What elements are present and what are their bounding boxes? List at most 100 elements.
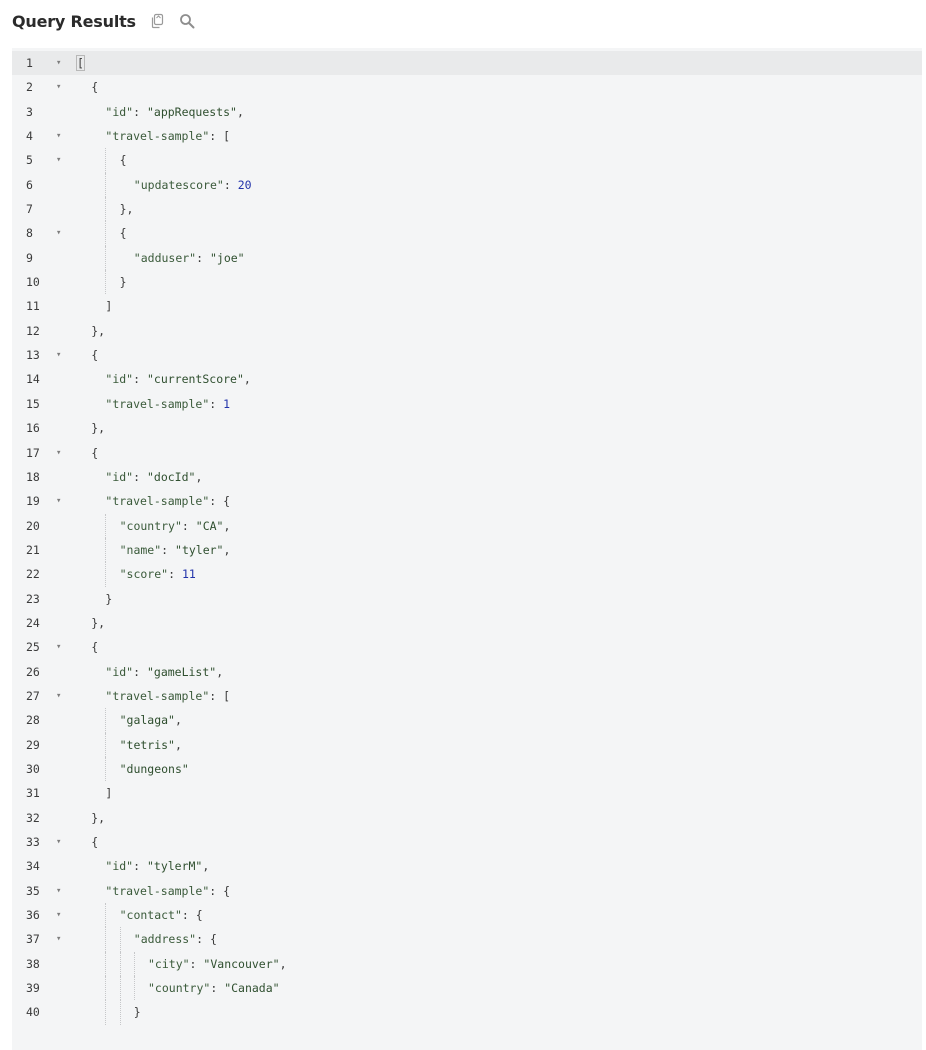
code-text: } (119, 275, 127, 290)
indent-guide (133, 976, 135, 1001)
line-gutter: 21 (12, 538, 70, 562)
code-line: 11] (12, 294, 922, 318)
code-text: }, (91, 810, 106, 825)
code-line: 30 "dungeons" (12, 756, 922, 782)
line-gutter: 7 (12, 197, 70, 221)
code-text: "id": "currentScore", (105, 372, 251, 387)
fold-toggle-icon[interactable]: ▾ (56, 51, 68, 75)
fold-toggle-icon[interactable]: ▾ (56, 124, 68, 148)
code-line: 22 "score": 11 (12, 562, 922, 587)
fold-toggle-icon[interactable]: ▾ (56, 684, 68, 708)
indent-guide (105, 708, 107, 733)
query-results-editor[interactable]: 1 ▾[2 ▾{3 "id": "appRequests", 4 ▾ "travel-sam… (12, 48, 922, 1050)
code-text: }, (91, 323, 106, 338)
code-line: 33 ▾ { (12, 830, 922, 854)
code-line: 28 "galaga", (12, 708, 922, 733)
line-number: 6 (26, 177, 33, 192)
fold-toggle-icon[interactable]: ▾ (56, 927, 68, 951)
line-number: 15 (26, 396, 40, 411)
code-line: 39 "country": "Canada" (12, 976, 922, 1001)
code-text: "dungeons" (119, 761, 189, 776)
line-gutter: 24 (12, 611, 70, 635)
line-number: 36 (26, 908, 40, 923)
code-line: 21 "name": "tyler", (12, 537, 922, 563)
code-line: 23} (12, 587, 922, 611)
fold-toggle-icon[interactable]: ▾ (56, 635, 68, 659)
search-icon[interactable] (178, 12, 196, 30)
code-line: 5 ▾{ (12, 148, 922, 173)
indent-guide (105, 197, 107, 222)
code-line: 24}, (12, 611, 922, 635)
page-title: Query Results (12, 11, 136, 31)
line-number: 30 (26, 761, 40, 776)
line-gutter: 16 (12, 416, 70, 440)
line-number: 37 (26, 932, 40, 947)
code-text: "galaga", (119, 713, 182, 728)
code-line: 13 ▾ { (12, 343, 922, 367)
code-line: 36 ▾ "contact": { (12, 903, 922, 928)
line-gutter: 6 (12, 173, 70, 197)
code-text: "score": 11 (119, 567, 196, 582)
line-gutter: 4 ▾ (12, 124, 70, 148)
code-text: [ (76, 55, 85, 71)
line-gutter: 36 ▾ (12, 903, 70, 927)
line-gutter: 34 (12, 854, 70, 878)
code-text: } (105, 591, 113, 606)
code-text: { (91, 348, 99, 363)
line-number: 35 (26, 883, 40, 898)
line-number: 28 (26, 713, 40, 728)
line-number: 7 (26, 202, 33, 217)
line-number: 3 (26, 104, 33, 119)
line-gutter: 13 ▾ (12, 343, 70, 367)
code-line: 7}, (12, 197, 922, 222)
line-number: 4 (26, 129, 33, 144)
code-line: 16}, (12, 416, 922, 440)
line-gutter: 15 (12, 392, 70, 416)
line-number: 31 (26, 786, 40, 801)
line-number: 32 (26, 810, 40, 825)
code-text: "id": "docId", (105, 469, 203, 484)
line-gutter: 19 ▾ (12, 489, 70, 513)
fold-toggle-icon[interactable]: ▾ (56, 441, 68, 465)
code-text: { (91, 445, 99, 460)
code-line: 37 ▾ "address": { (12, 927, 922, 952)
line-gutter: 5 ▾ (12, 148, 70, 172)
indent-guide (133, 951, 135, 977)
fold-toggle-icon[interactable]: ▾ (56, 830, 68, 854)
line-gutter: 18 (12, 465, 70, 489)
line-number: 21 (26, 542, 40, 557)
fold-toggle-icon[interactable]: ▾ (56, 148, 68, 172)
copy-icon[interactable] (148, 12, 166, 30)
line-gutter: 32 (12, 806, 70, 830)
indent-guide (105, 221, 107, 246)
line-number: 9 (26, 250, 33, 265)
line-gutter: 30 (12, 757, 70, 781)
indent-guide (119, 976, 121, 1001)
fold-toggle-icon[interactable]: ▾ (56, 221, 68, 245)
line-gutter: 11 (12, 294, 70, 318)
line-number: 40 (26, 1005, 40, 1020)
fold-toggle-icon[interactable]: ▾ (56, 879, 68, 903)
line-number: 22 (26, 567, 40, 582)
code-text: "tetris", (119, 737, 182, 752)
indent-guide (105, 732, 107, 757)
fold-toggle-icon[interactable]: ▾ (56, 343, 68, 367)
code-line: 15 "travel-sample": 1 (12, 392, 922, 416)
line-gutter: 20 (12, 514, 70, 538)
code-line: 1 ▾[ (12, 51, 922, 75)
code-text: "travel-sample": [ (105, 129, 231, 144)
line-number: 20 (26, 518, 40, 533)
line-gutter: 31 (12, 781, 70, 805)
code-line: 26 "id": "gameList", (12, 660, 922, 684)
fold-toggle-icon[interactable]: ▾ (56, 903, 68, 927)
line-number: 10 (26, 275, 40, 290)
fold-toggle-icon[interactable]: ▾ (56, 489, 68, 513)
indent-guide (105, 976, 107, 1001)
fold-toggle-icon[interactable]: ▾ (56, 75, 68, 99)
code-text: } (133, 1005, 141, 1020)
line-number: 8 (26, 226, 33, 241)
indent-guide (105, 1000, 107, 1025)
line-gutter: 14 (12, 367, 70, 391)
code-text: ] (105, 299, 113, 314)
code-text: "travel-sample": { (105, 883, 231, 898)
